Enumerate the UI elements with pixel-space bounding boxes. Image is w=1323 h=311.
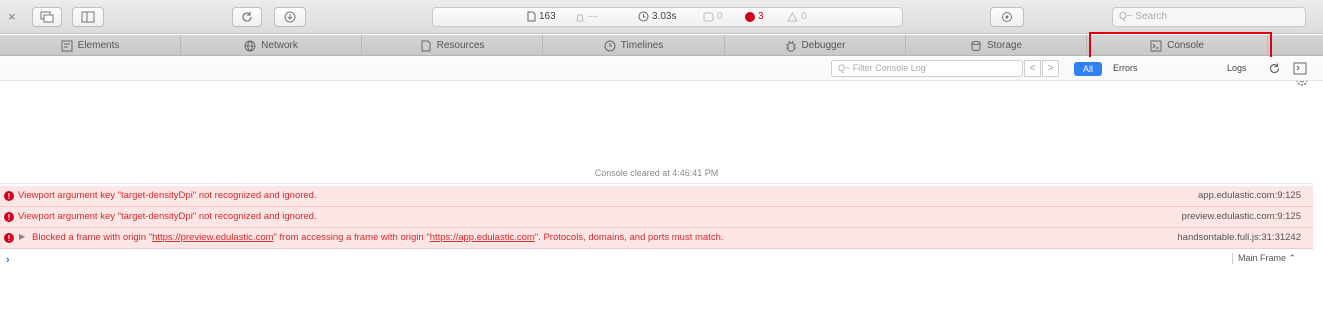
dock-icon[interactable]: [32, 7, 62, 27]
error-message: Viewport argument key "target-densityDpi…: [18, 190, 317, 201]
filter-console-input[interactable]: Q~ Filter Console Log: [831, 60, 1023, 77]
tab-storage[interactable]: Storage: [906, 35, 1087, 56]
storage-icon: [971, 40, 981, 51]
warnings-count: 0: [801, 11, 807, 22]
reload-icon[interactable]: [232, 7, 262, 27]
tab-network[interactable]: Network: [181, 35, 362, 56]
weight-icon: [576, 14, 584, 21]
tab-timelines[interactable]: Timelines: [543, 35, 725, 56]
resources-icon: [421, 40, 431, 51]
console-error-row[interactable]: ! Viewport argument key "target-densityD…: [0, 207, 1313, 228]
tab-resources[interactable]: Resources: [362, 35, 543, 56]
errors-stat[interactable]: 3: [745, 11, 764, 22]
error-icon: !: [4, 191, 14, 201]
error-icon: !: [4, 212, 14, 222]
error-icon: !: [4, 233, 14, 243]
warning-icon: [787, 11, 798, 21]
console-log: Console cleared at 4:46:41 PM ! Viewport…: [0, 82, 1323, 311]
search-input[interactable]: Q~ Search: [1112, 7, 1306, 27]
console-error-row[interactable]: ! Viewport argument key "target-densityD…: [0, 186, 1313, 207]
errors-count: 3: [758, 11, 764, 22]
console-prompt-icon[interactable]: ›: [6, 254, 10, 266]
error-message: Viewport argument key "target-densityDpi…: [18, 211, 317, 222]
message-text: " from accessing a frame with origin ": [273, 232, 430, 243]
filter-errors-button[interactable]: Errors: [1113, 63, 1138, 73]
elements-icon: [61, 40, 73, 51]
network-icon: [244, 40, 256, 51]
size-value: —: [588, 11, 598, 22]
clock-icon: [638, 11, 649, 22]
tab-label: Storage: [986, 40, 1023, 51]
target-icon[interactable]: [990, 7, 1024, 27]
tab-elements[interactable]: Elements: [0, 35, 181, 56]
split-console-icon[interactable]: [1293, 62, 1307, 75]
tab-label: Console: [1167, 40, 1204, 51]
timelines-icon: [604, 40, 616, 51]
filter-logs-button[interactable]: Logs: [1227, 63, 1247, 73]
resources-stat[interactable]: 163: [527, 11, 556, 22]
disclosure-triangle-icon[interactable]: ▶: [19, 232, 25, 241]
resources-count: 163: [539, 11, 556, 22]
debugger-icon: [785, 40, 796, 51]
divider: [0, 183, 1313, 184]
origin-link[interactable]: https://app.edulastic.com: [430, 232, 535, 243]
frame-selector[interactable]: Main Frame ⌃: [1232, 253, 1296, 264]
tab-label: Network: [261, 40, 298, 51]
tab-label: Timelines: [620, 40, 664, 51]
log-icon: [703, 12, 714, 21]
download-icon[interactable]: [274, 7, 306, 27]
split-view-icon[interactable]: [72, 7, 104, 27]
console-icon: [1150, 40, 1162, 51]
error-icon: [745, 11, 755, 22]
time-stat[interactable]: 3.03s: [638, 11, 676, 22]
time-value: 3.03s: [652, 11, 677, 22]
logs-count: 0: [717, 11, 723, 22]
tab-console[interactable]: Console: [1087, 35, 1268, 56]
next-match-button[interactable]: >: [1042, 60, 1059, 77]
tab-label: Debugger: [801, 40, 846, 51]
filter-all-button[interactable]: All: [1074, 62, 1102, 76]
origin-link[interactable]: https://preview.edulastic.com: [152, 232, 273, 243]
devtools-toolbar: × 163 — 3.03s 0 3 0 Q~ Search: [0, 0, 1323, 34]
console-error-row[interactable]: ! ▶ Blocked a frame with origin "https:/…: [0, 228, 1313, 249]
document-icon: [527, 11, 536, 22]
source-link[interactable]: handsontable.full.js:31:31242: [1177, 232, 1301, 243]
dashboard[interactable]: 163 — 3.03s 0 3 0: [432, 7, 903, 27]
console-cleared-message: Console cleared at 4:46:41 PM: [594, 168, 719, 178]
size-stat[interactable]: —: [575, 11, 598, 22]
previous-match-button[interactable]: <: [1024, 60, 1041, 77]
tab-bar: Elements Network Resources Timelines Deb…: [0, 35, 1323, 86]
logs-stat[interactable]: 0: [703, 11, 723, 22]
console-filter-bar: Q~ Filter Console Log < > All Errors Log…: [0, 57, 1323, 81]
tab-label: Resources: [436, 40, 485, 51]
source-link[interactable]: app.edulastic.com:9:125: [1198, 190, 1301, 201]
warnings-stat[interactable]: 0: [787, 11, 807, 22]
source-link[interactable]: preview.edulastic.com:9:125: [1182, 211, 1301, 222]
clear-log-icon[interactable]: [1268, 62, 1281, 75]
tab-label: Elements: [77, 40, 120, 51]
error-message: Blocked a frame with origin "https://pre…: [32, 232, 724, 243]
tab-debugger[interactable]: Debugger: [725, 35, 906, 56]
message-text: Blocked a frame with origin ": [32, 232, 153, 243]
message-text: ". Protocols, domains, and ports must ma…: [534, 232, 724, 243]
close-icon[interactable]: ×: [8, 9, 16, 24]
